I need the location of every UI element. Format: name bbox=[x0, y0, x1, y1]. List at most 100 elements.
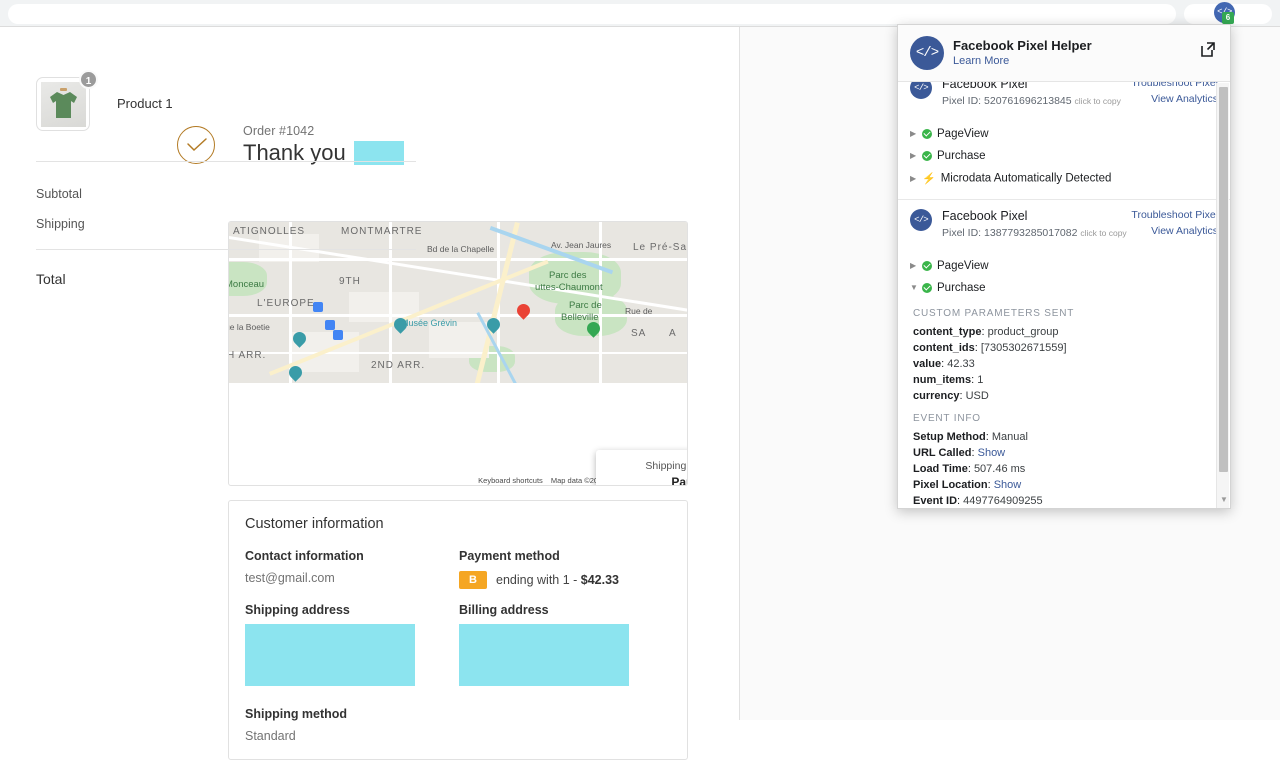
param-row: num_items: 1 bbox=[913, 374, 984, 386]
keyboard-shortcuts-link[interactable]: Keyboard shortcuts bbox=[478, 476, 543, 485]
tshirt-icon bbox=[50, 88, 77, 118]
payment-method-row: B ending with 1 - $42.33 bbox=[459, 571, 619, 589]
map-label: Parc de bbox=[569, 300, 602, 311]
view-analytics-link[interactable]: View Analytics bbox=[1131, 225, 1218, 237]
map-label: MONTMARTRE bbox=[341, 226, 423, 237]
param-row: content_type: product_group bbox=[913, 326, 1059, 338]
info-window-title: Shipping address bbox=[645, 460, 687, 472]
billing-address-group: Billing address bbox=[459, 603, 629, 691]
map-label: 2ND ARR. bbox=[371, 360, 426, 371]
success-icon bbox=[922, 282, 932, 293]
map-road bbox=[389, 222, 392, 383]
event-name: Purchase bbox=[937, 150, 986, 162]
shipping-method-value: Standard bbox=[245, 729, 296, 743]
customer-information-card: Customer information Contact information… bbox=[228, 500, 688, 760]
contact-information-label: Contact information bbox=[245, 549, 364, 563]
map-label: Bd de la Chapelle bbox=[427, 244, 495, 254]
fb-helper-pixel-list[interactable]: </> Facebook Pixel Pixel ID: 52076169621… bbox=[898, 82, 1230, 508]
event-row-purchase[interactable]: ▼ Purchase bbox=[910, 277, 1218, 299]
scrollbar-thumb[interactable] bbox=[1219, 87, 1228, 472]
param-row: currency: USD bbox=[913, 390, 989, 402]
param-value: 42.33 bbox=[947, 358, 975, 370]
payment-method-group: Payment method B ending with 1 - $42.33 bbox=[459, 549, 619, 589]
event-info-key: Event ID bbox=[913, 495, 958, 507]
param-value: [7305302671559] bbox=[980, 342, 1067, 354]
event-info-row: Event ID: 4497764909255 bbox=[913, 495, 1043, 507]
event-row-pageview[interactable]: ▶ PageView bbox=[910, 255, 1218, 277]
product-quantity-badge: 1 bbox=[79, 70, 98, 89]
payment-amount: $42.33 bbox=[580, 573, 620, 587]
summary-product-row: 1 Product 1 bbox=[36, 70, 416, 141]
chevron-right-icon[interactable]: ▶ bbox=[910, 261, 922, 270]
chevron-right-icon[interactable]: ▶ bbox=[910, 129, 922, 138]
payment-ending-text: ending with 1 - bbox=[496, 573, 581, 587]
map-transit-marker[interactable] bbox=[325, 320, 335, 330]
browser-toolbar: </> 6 bbox=[0, 0, 1280, 27]
info-window-city: Paris bbox=[671, 475, 687, 486]
facebook-pixel-icon: </> bbox=[910, 209, 932, 231]
summary-divider bbox=[36, 161, 416, 162]
bolt-icon: ⚡ bbox=[922, 173, 936, 185]
thank-you-heading-row: Thank you bbox=[243, 140, 404, 166]
pixel-id-label: Pixel ID: bbox=[942, 227, 982, 239]
shipping-address-label: Shipping address bbox=[245, 603, 350, 617]
event-info-value: Manual bbox=[991, 431, 1028, 443]
troubleshoot-pixel-link[interactable]: Troubleshoot Pixel bbox=[1131, 82, 1218, 89]
popup-scrollbar[interactable]: ▼ bbox=[1216, 83, 1229, 508]
chevron-right-icon[interactable]: ▶ bbox=[910, 151, 922, 160]
show-url-link[interactable]: Show bbox=[978, 447, 1006, 459]
event-info-row: Load Time: 507.46 ms bbox=[913, 463, 1026, 475]
event-name: Microdata Automatically Detected bbox=[940, 172, 1112, 185]
payment-method-label: Payment method bbox=[459, 549, 560, 563]
success-icon bbox=[922, 150, 932, 161]
show-pixel-location-link[interactable]: Show bbox=[994, 479, 1022, 491]
pixel-card: </> Facebook Pixel Pixel ID: 52076169621… bbox=[898, 82, 1230, 200]
scroll-down-arrow-icon[interactable]: ▼ bbox=[1220, 495, 1228, 504]
pixel-id[interactable]: Pixel ID: 520761696213845 click to copy bbox=[942, 95, 1121, 107]
event-row-pageview[interactable]: ▶ PageView bbox=[910, 123, 1218, 145]
summary-divider bbox=[36, 249, 416, 250]
param-key: currency bbox=[913, 390, 960, 402]
param-value: USD bbox=[965, 390, 989, 402]
chevron-right-icon[interactable]: ▶ bbox=[910, 174, 922, 183]
pixel-id-label: Pixel ID: bbox=[942, 95, 982, 107]
event-info-title: EVENT INFO bbox=[913, 413, 981, 424]
troubleshoot-pixel-link[interactable]: Troubleshoot Pixel bbox=[1131, 209, 1218, 221]
map-label: A bbox=[669, 328, 677, 339]
map-transit-marker[interactable] bbox=[333, 330, 343, 340]
pixel-id-value: 520761696213845 bbox=[984, 95, 1072, 107]
param-key: value bbox=[913, 358, 942, 370]
thank-you-heading: Thank you bbox=[243, 140, 346, 165]
chevron-down-icon[interactable]: ▼ bbox=[910, 283, 922, 292]
custom-parameters-list: content_type: product_group content_ids:… bbox=[910, 324, 1218, 404]
map-label: H ARR. bbox=[228, 350, 267, 361]
customer-information-title: Customer information bbox=[245, 516, 384, 532]
map-label: Monceau bbox=[228, 279, 265, 290]
custom-parameters-title: CUSTOM PARAMETERS SENT bbox=[913, 308, 1075, 319]
param-row: value: 42.33 bbox=[913, 358, 975, 370]
facebook-pixel-helper-popup: </> Facebook Pixel Helper Learn More </>… bbox=[897, 24, 1231, 509]
pixel-id[interactable]: Pixel ID: 1387793285017082 click to copy bbox=[942, 227, 1127, 239]
event-info-key: Pixel Location bbox=[913, 479, 988, 491]
billing-address-label: Billing address bbox=[459, 603, 549, 617]
open-external-icon[interactable] bbox=[1199, 41, 1216, 58]
learn-more-link[interactable]: Learn More bbox=[953, 55, 1009, 67]
map-road bbox=[229, 352, 687, 354]
total-label: Total bbox=[36, 271, 66, 287]
event-row-microdata[interactable]: ▶ ⚡ Microdata Automatically Detected bbox=[910, 167, 1218, 190]
product-image bbox=[41, 82, 86, 127]
subtotal-label: Subtotal bbox=[36, 187, 82, 201]
view-analytics-link[interactable]: View Analytics bbox=[1131, 93, 1218, 105]
event-info-row: Pixel Location: Show bbox=[913, 479, 1022, 491]
address-bar[interactable] bbox=[8, 4, 1176, 24]
map-label: ue la Boetie bbox=[228, 322, 270, 332]
product-name: Product 1 bbox=[117, 96, 173, 111]
map-label: Belleville bbox=[561, 312, 599, 323]
pixel-links: Troubleshoot Pixel View Analytics bbox=[1131, 209, 1218, 241]
shipping-map-card: ATIGNOLLES MONTMARTRE Bd de la Chapelle Av.… bbox=[228, 221, 688, 486]
param-key: content_ids bbox=[913, 342, 975, 354]
contact-information-value: test@gmail.com bbox=[245, 571, 335, 585]
map-label: uttes-Chaumont bbox=[535, 282, 603, 293]
shipping-method-label: Shipping method bbox=[245, 707, 348, 721]
event-row-purchase[interactable]: ▶ Purchase bbox=[910, 145, 1218, 167]
